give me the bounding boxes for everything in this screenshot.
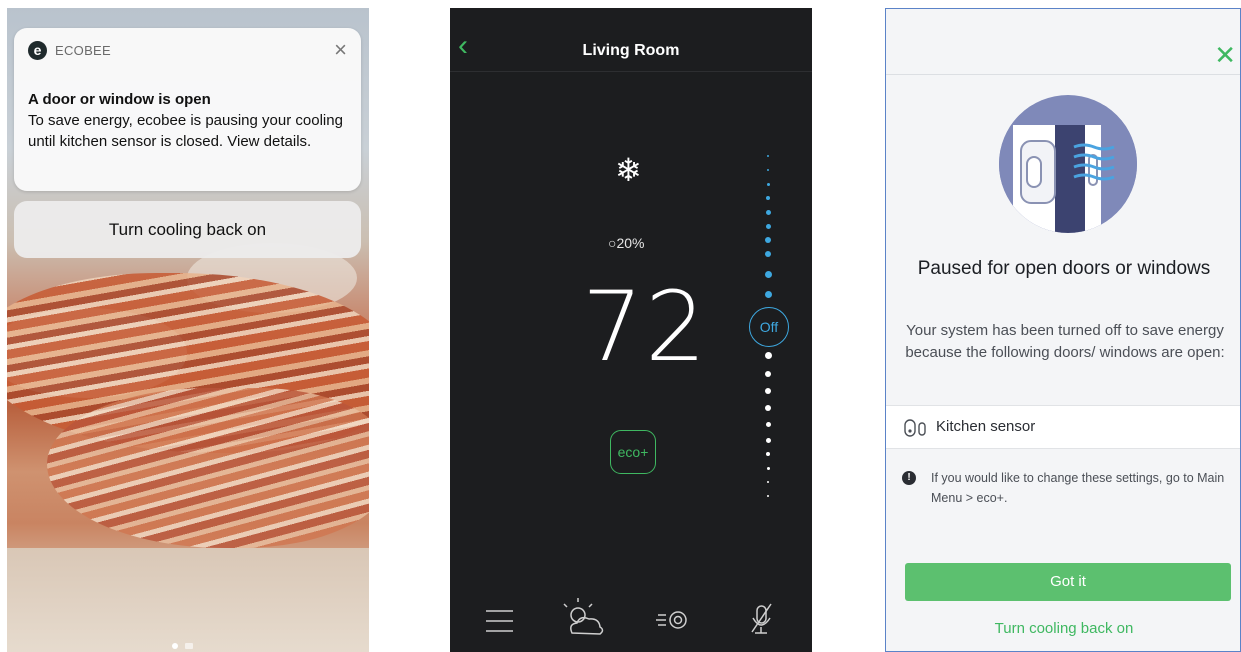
paused-dialog: ✕ Paused for open doors or windows Your … [885, 8, 1241, 652]
bottom-nav [486, 598, 772, 635]
snowflake-icon: ❄ [615, 152, 642, 188]
notification-title: A door or window is open [28, 91, 211, 108]
lock-screen: e ECOBEE × A door or window is open To s… [7, 8, 369, 652]
got-it-button[interactable]: Got it [905, 563, 1231, 601]
setpoint-dot [765, 405, 771, 411]
page-indicator [172, 636, 200, 652]
setpoint-dot [764, 290, 772, 298]
setpoint-dot [766, 452, 770, 456]
setpoint-dot [767, 155, 769, 157]
camera-icon [185, 643, 193, 649]
sensor-name: Kitchen sensor [936, 418, 1036, 435]
setpoint-dot [766, 196, 770, 200]
humidity-value: 20% [616, 235, 645, 251]
weather-icon[interactable] [563, 598, 604, 635]
notification-app-name: ECOBEE [55, 43, 111, 58]
setpoint-dot [765, 223, 771, 229]
ecobee-logo-icon: e [28, 41, 47, 60]
setpoint-dot [765, 421, 771, 427]
menu-icon[interactable] [486, 610, 513, 632]
mode-off-button[interactable]: Off [749, 307, 789, 347]
dialog-description: Your system has been turned off to save … [905, 322, 1225, 361]
close-icon[interactable]: ✕ [1214, 40, 1236, 71]
open-window-illustration [999, 95, 1137, 233]
dialog-heading: Paused for open doors or windows [917, 258, 1211, 279]
setpoint-dot [767, 495, 769, 497]
setpoint-dot [764, 351, 772, 359]
settings-icon[interactable] [656, 611, 687, 629]
temperature-value: 72 [582, 271, 709, 383]
setpoint-dot [764, 270, 772, 278]
info-text: If you would like to change these settin… [931, 471, 1225, 505]
microphone-off-icon[interactable] [751, 603, 772, 634]
divider [886, 74, 1240, 75]
setpoint-dot [767, 169, 769, 171]
eco-plus-button[interactable]: eco+ [610, 430, 656, 474]
notification-card[interactable]: e ECOBEE × A door or window is open To s… [14, 28, 361, 191]
setpoint-dot [765, 437, 771, 443]
setpoint-dot [765, 251, 771, 257]
door-sensor-icon [904, 419, 926, 437]
setpoint-dot [766, 480, 770, 484]
setpoint-dot [765, 209, 771, 215]
room-title: Living Room [582, 42, 680, 59]
turn-cooling-on-button[interactable]: Turn cooling back on [14, 201, 361, 258]
setpoint-dot [766, 466, 770, 470]
setpoint-dot [766, 182, 770, 186]
thermostat-screen: ‹ Living Room ❄ ○20% 72 eco+ Off [450, 8, 812, 652]
setpoint-dot [765, 388, 771, 394]
page-dot [172, 643, 178, 649]
humidity-readout: ○20% [608, 235, 645, 251]
setpoint-dot [765, 371, 771, 377]
setpoint-dot [765, 237, 771, 243]
sensor-list-item: Kitchen sensor [886, 405, 1240, 449]
turn-cooling-on-link[interactable]: Turn cooling back on [886, 620, 1240, 637]
close-icon[interactable]: × [334, 37, 347, 63]
wallpaper-rock [47, 388, 369, 548]
info-icon: ! [902, 471, 916, 485]
notification-body: To save energy, ecobee is pausing your c… [28, 112, 343, 150]
header: ‹ Living Room [450, 8, 812, 72]
